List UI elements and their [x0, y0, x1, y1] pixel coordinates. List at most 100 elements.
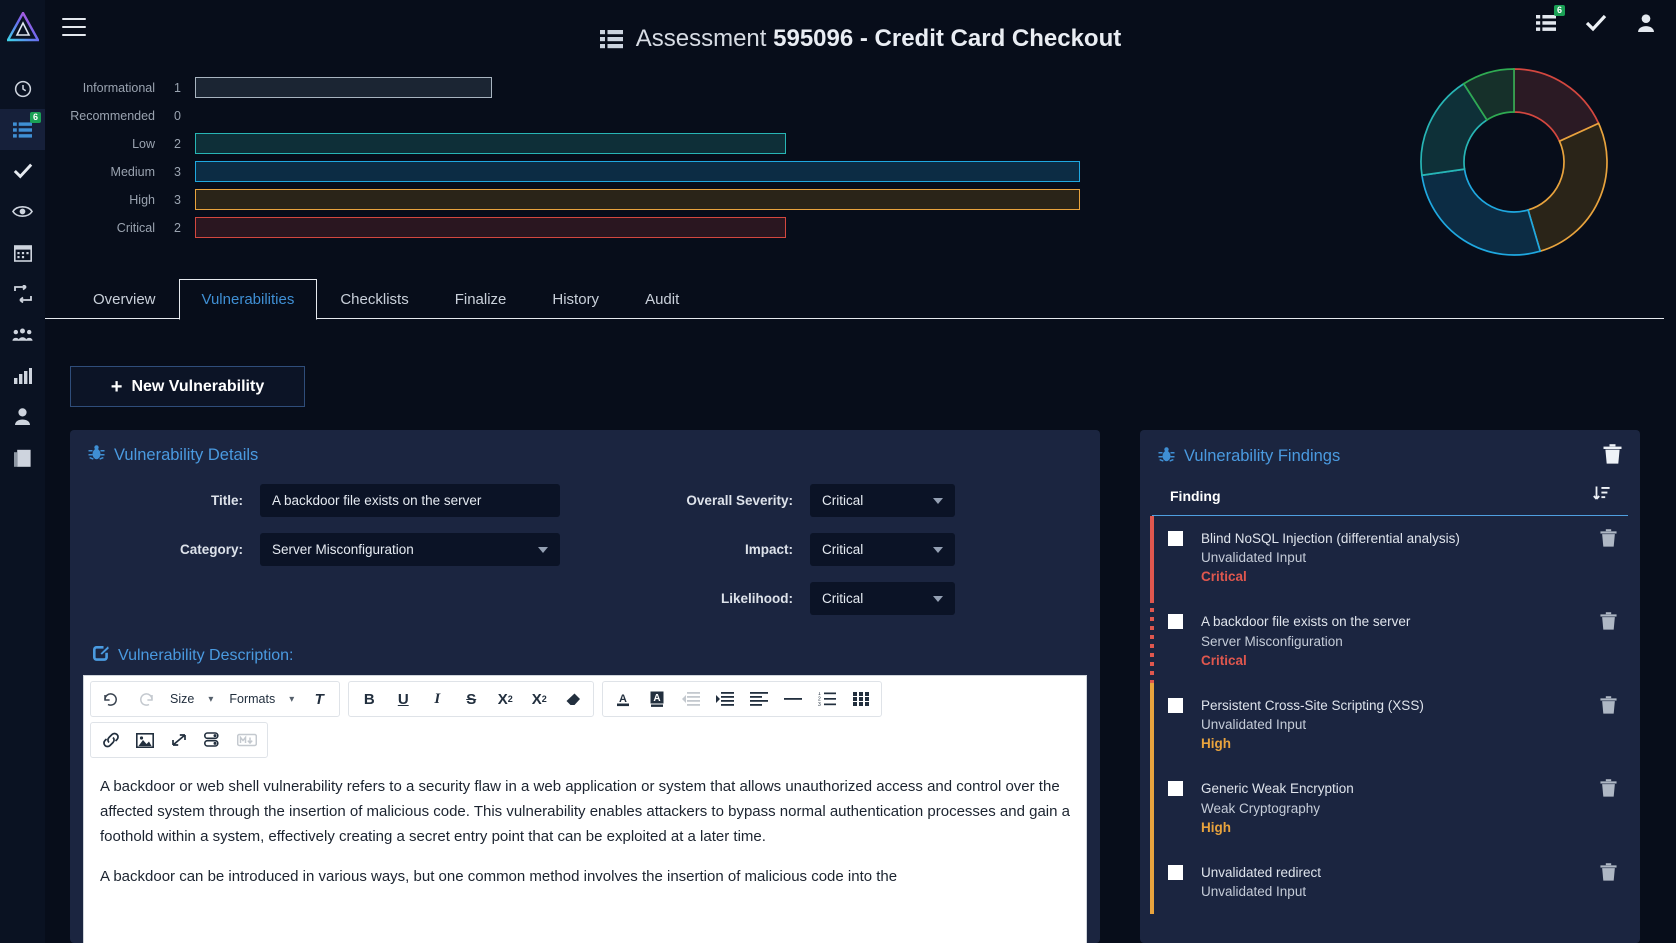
sidebar-item-assessments[interactable]: 6: [0, 109, 45, 150]
sidebar-item-calendar[interactable]: [0, 232, 45, 273]
impact-value: Critical: [822, 542, 863, 557]
sidebar-item-library[interactable]: [0, 437, 45, 478]
formats-select[interactable]: Formats ▾: [221, 684, 302, 714]
superscript-icon[interactable]: X2: [522, 684, 556, 714]
clear-formatting-icon[interactable]: T: [302, 684, 336, 714]
donut-slice-medium[interactable]: [1422, 169, 1540, 255]
editor-toolbar-row-2: [84, 717, 1086, 758]
severity-accent-bar: [1150, 850, 1154, 914]
new-vulnerability-button[interactable]: + New Vulnerability: [70, 366, 305, 407]
subscript-icon[interactable]: X2: [488, 684, 522, 714]
finding-body: A backdoor file exists on the serverServ…: [1201, 612, 1600, 669]
finding-checkbox[interactable]: [1168, 614, 1183, 629]
finding-body: Persistent Cross-Site Scripting (XSS)Unv…: [1201, 696, 1600, 753]
indent-icon[interactable]: [708, 684, 742, 714]
finding-checkbox[interactable]: [1168, 698, 1183, 713]
tab-vulnerabilities[interactable]: Vulnerabilities: [179, 279, 318, 320]
text-color-icon[interactable]: A: [606, 684, 640, 714]
severity-charts: Informational 1 Recommended 0 Low 2 Medi…: [45, 62, 1676, 262]
assessment-list-icon: [600, 28, 623, 56]
undo-icon[interactable]: [94, 684, 128, 714]
sidebar-item-dashboard[interactable]: [0, 68, 45, 109]
delete-finding-icon[interactable]: [1600, 529, 1618, 586]
description-paragraph-1: A backdoor or web shell vulnerability re…: [100, 774, 1070, 850]
background-color-icon[interactable]: A: [640, 684, 674, 714]
sidebar-item-users[interactable]: [0, 396, 45, 437]
outdent-icon[interactable]: [674, 684, 708, 714]
findings-column-header: Finding: [1170, 488, 1221, 504]
finding-checkbox[interactable]: [1168, 781, 1183, 796]
impact-select[interactable]: Critical: [810, 533, 955, 566]
delete-finding-icon[interactable]: [1600, 863, 1618, 901]
delete-finding-icon[interactable]: [1600, 696, 1618, 753]
category-select[interactable]: Server Misconfiguration: [260, 533, 560, 566]
svg-text:A: A: [619, 693, 627, 705]
check-icon[interactable]: [1584, 11, 1608, 35]
strikethrough-icon[interactable]: S: [454, 684, 488, 714]
insert-link-icon[interactable]: [94, 725, 128, 755]
sidebar-item-teams[interactable]: [0, 314, 45, 355]
finding-row[interactable]: A backdoor file exists on the serverServ…: [1140, 599, 1640, 682]
tasks-badge: 6: [1554, 5, 1565, 16]
sort-descending-icon[interactable]: [1593, 486, 1610, 507]
donut-slice-high[interactable]: [1528, 123, 1607, 251]
insert-image-icon[interactable]: [128, 725, 162, 755]
likelihood-select[interactable]: Critical: [810, 582, 955, 615]
finding-name: A backdoor file exists on the server: [1201, 612, 1600, 631]
bar-value-low: 2: [165, 137, 181, 151]
insert-media-icon[interactable]: [196, 725, 230, 755]
user-account-icon[interactable]: [1634, 11, 1658, 35]
finding-name: Unvalidated redirect: [1201, 863, 1600, 882]
category-field-row: Category: Server Misconfiguration: [92, 533, 642, 566]
horizontal-rule-icon[interactable]: [776, 684, 810, 714]
title-input[interactable]: [260, 484, 560, 517]
formats-label: Formats: [229, 692, 275, 706]
finding-row[interactable]: Blind NoSQL Injection (differential anal…: [1140, 516, 1640, 599]
vulnerability-details-header: Vulnerability Details: [70, 430, 1100, 474]
align-left-icon[interactable]: [742, 684, 776, 714]
bar-row-high: High 3: [60, 186, 1120, 214]
bar-row-medium: Medium 3: [60, 158, 1120, 186]
sidebar-item-checklists[interactable]: [0, 150, 45, 191]
finding-body: Unvalidated redirectUnvalidated Input: [1201, 863, 1600, 901]
tab-overview[interactable]: Overview: [70, 279, 179, 319]
editor-content[interactable]: A backdoor or web shell vulnerability re…: [84, 758, 1086, 889]
tab-checklists[interactable]: Checklists: [317, 279, 431, 319]
chevron-down-icon: ▾: [208, 694, 213, 705]
app-logo[interactable]: [4, 8, 42, 46]
bar-value-critical: 2: [165, 221, 181, 235]
finding-row[interactable]: Persistent Cross-Site Scripting (XSS)Unv…: [1140, 683, 1640, 766]
overall-severity-select[interactable]: Critical: [810, 484, 955, 517]
finding-checkbox[interactable]: [1168, 531, 1183, 546]
tab-audit[interactable]: Audit: [622, 279, 702, 319]
bold-icon[interactable]: B: [352, 684, 386, 714]
markdown-icon[interactable]: [230, 725, 264, 755]
underline-icon[interactable]: U: [386, 684, 420, 714]
sidebar-item-retests[interactable]: [0, 273, 45, 314]
delete-finding-icon[interactable]: [1600, 612, 1618, 669]
delete-all-findings-icon[interactable]: [1603, 444, 1622, 469]
tab-history[interactable]: History: [529, 279, 622, 319]
finding-row[interactable]: Unvalidated redirectUnvalidated Input: [1140, 850, 1640, 914]
rich-text-editor: Size ▾ Formats ▾ T B U I S X2 X2: [83, 675, 1087, 943]
toolbar-group-history: Size ▾ Formats ▾ T: [90, 681, 340, 717]
sidebar-item-reports[interactable]: [0, 355, 45, 396]
numbered-list-icon[interactable]: 123: [810, 684, 844, 714]
finding-checkbox[interactable]: [1168, 865, 1183, 880]
finding-name: Generic Weak Encryption: [1201, 779, 1600, 798]
italic-icon[interactable]: I: [420, 684, 454, 714]
remove-format-eraser-icon[interactable]: [556, 684, 590, 714]
sidebar-item-review[interactable]: [0, 191, 45, 232]
tasks-list-icon[interactable]: 6: [1534, 11, 1558, 35]
tab-finalize[interactable]: Finalize: [432, 279, 530, 319]
table-icon[interactable]: [844, 684, 878, 714]
likelihood-field-row: Likelihood: Critical: [642, 582, 1062, 615]
redo-icon[interactable]: [128, 684, 162, 714]
finding-severity: High: [1201, 734, 1600, 753]
svg-text:3: 3: [818, 702, 821, 706]
font-size-select[interactable]: Size ▾: [162, 684, 221, 714]
delete-finding-icon[interactable]: [1600, 779, 1618, 836]
fullscreen-icon[interactable]: [162, 725, 196, 755]
finding-row[interactable]: Generic Weak EncryptionWeak Cryptography…: [1140, 766, 1640, 849]
sidebar-badge-assessments: 6: [30, 112, 41, 123]
